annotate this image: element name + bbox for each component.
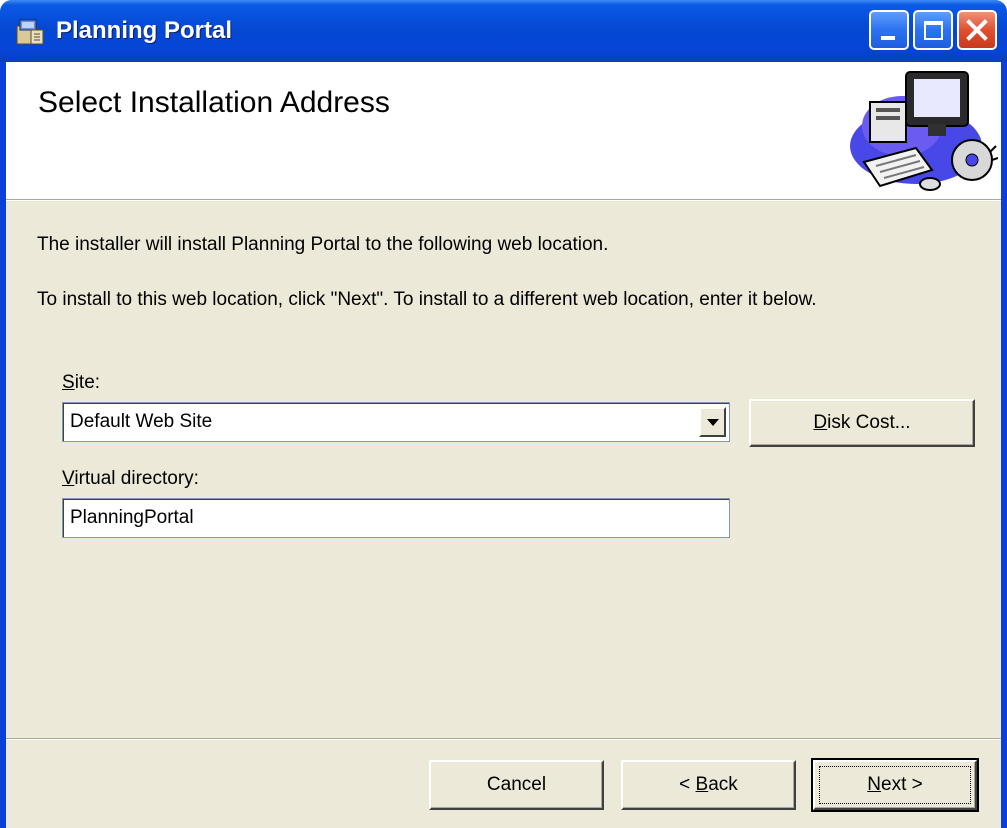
virtual-directory-label: Virtual directory: (62, 468, 199, 490)
minimize-icon (881, 36, 895, 40)
site-dropdown-value: Default Web Site (70, 411, 213, 432)
site-label: Site: (62, 372, 100, 394)
maximize-button[interactable] (913, 10, 953, 50)
disk-cost-button[interactable]: Disk Cost... (749, 399, 975, 447)
title-bar[interactable]: Planning Portal (0, 0, 1007, 62)
back-prefix: < (679, 774, 696, 795)
header-banner: Select Installation Address (6, 62, 1001, 199)
cancel-label: Cancel (486, 774, 547, 795)
virtual-directory-value: PlanningPortal (70, 507, 194, 528)
site-dropdown[interactable]: Default Web Site (62, 402, 730, 442)
close-button[interactable] (957, 10, 997, 50)
install-instructions: To install to this web location, click "… (37, 289, 817, 310)
focus-rectangle (819, 766, 971, 804)
virtual-directory-accelerator: V (62, 468, 75, 489)
footer-divider (6, 738, 1001, 740)
back-accelerator: B (695, 774, 709, 795)
virtual-directory-input[interactable]: PlanningPortal (62, 498, 730, 538)
page-title: Select Installation Address (38, 86, 390, 119)
virtual-directory-label-text: irtual directory: (74, 468, 199, 489)
chevron-down-icon (707, 419, 719, 426)
disk-cost-label: isk Cost... (827, 412, 911, 433)
banner-divider (6, 199, 1001, 201)
cancel-button[interactable]: Cancel (429, 760, 604, 810)
installer-window: Planning Portal Select Installation Addr… (0, 0, 1007, 828)
dialog-client-area: Select Installation Address The installe… (6, 62, 1001, 828)
minimize-button[interactable] (869, 10, 909, 50)
close-icon (966, 19, 988, 41)
site-label-text: ite: (74, 372, 101, 393)
installer-package-icon (16, 19, 44, 45)
computer-with-cd-icon (850, 71, 998, 191)
back-label: ack (708, 774, 738, 795)
maximize-icon (924, 21, 943, 40)
site-label-accelerator: S (62, 372, 75, 393)
window-title: Planning Portal (56, 17, 233, 44)
disk-cost-accelerator: D (813, 412, 828, 433)
site-dropdown-button[interactable] (699, 407, 726, 437)
install-location-description: The installer will install Planning Port… (37, 234, 609, 255)
next-button[interactable]: Next > (811, 758, 979, 812)
back-button[interactable]: < Back (621, 760, 796, 810)
